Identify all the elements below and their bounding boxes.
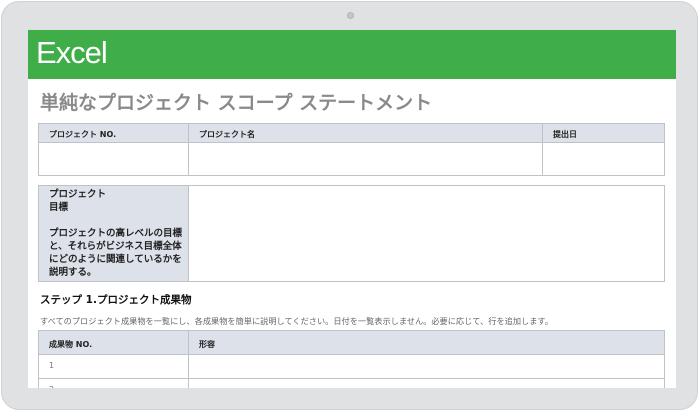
header-description: 形容 [188,330,665,355]
step1-title: ステップ 1.プロジェクト成果物 [40,294,192,306]
deliverable-no-cell[interactable]: 2 [38,378,189,388]
deliverable-description-cell[interactable] [188,378,665,388]
tablet-frame: Excel 単純なプロジェクト スコープ ステートメント プロジェクト NO. … [1,1,698,410]
app-logo-text: Excel [36,35,108,70]
deliverable-no-cell[interactable]: 1 [38,354,189,379]
header-project-no: プロジェクト NO. [38,123,189,143]
objective-table: プロジェクト 目標 プロジェクトの高レベルの目標と、それらがビジネス目標全体にど… [38,185,665,282]
cell-project-no[interactable] [38,142,189,176]
deliverable-description-cell[interactable] [188,354,665,379]
objective-input-cell[interactable] [188,185,665,282]
app-banner: Excel [28,30,676,79]
page-title: 単純なプロジェクト スコープ ステートメント [40,92,433,114]
camera-dot [347,12,354,19]
step1-instruction: すべてのプロジェクト成果物を一覧にし、各成果物を簡単に説明してください。日付を一… [40,316,553,326]
project-info-table: プロジェクト NO. プロジェクト名 提出日 [38,123,665,176]
header-project-name: プロジェクト名 [188,123,543,143]
cell-project-name[interactable] [188,142,543,176]
objective-label: プロジェクト 目標 [49,189,107,213]
deliverables-table: 成果物 NO. 形容 1 2 [38,330,665,388]
header-submission-date: 提出日 [542,123,665,143]
objective-description: プロジェクトの高レベルの目標と、それらがビジネス目標全体にどのように関連している… [49,228,183,278]
cell-submission-date[interactable] [542,142,665,176]
objective-label-cell: プロジェクト 目標 プロジェクトの高レベルの目標と、それらがビジネス目標全体にど… [38,185,189,282]
spreadsheet-screen: Excel 単純なプロジェクト スコープ ステートメント プロジェクト NO. … [28,30,676,388]
header-deliverable-no: 成果物 NO. [38,330,189,355]
